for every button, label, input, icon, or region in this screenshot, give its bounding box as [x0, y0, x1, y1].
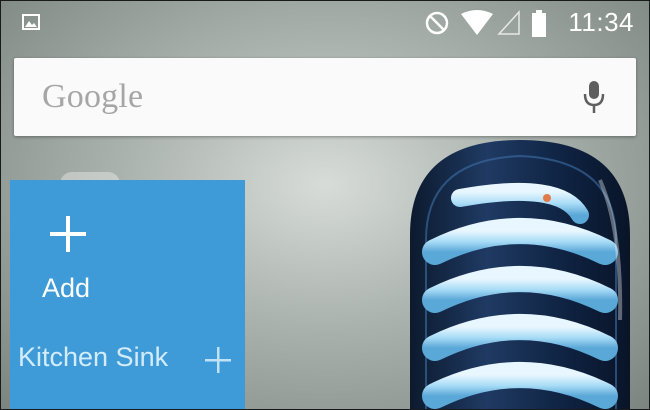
google-logo: Google [42, 78, 144, 115]
microphone-icon[interactable] [582, 80, 606, 114]
lightbulb-illustration [410, 140, 630, 410]
add-button-label[interactable]: Add [42, 273, 90, 304]
cell-signal-icon [497, 10, 520, 35]
wifi-icon [461, 10, 493, 35]
google-search-bar[interactable]: Google [14, 58, 636, 136]
battery-icon [532, 10, 546, 37]
clock: 11:34 [568, 7, 634, 37]
status-bar: 11:34 [0, 0, 650, 46]
plus-icon[interactable] [50, 216, 86, 252]
widget-title: Kitchen Sink [18, 342, 169, 372]
add-item-plus-icon[interactable] [205, 347, 231, 373]
kitchen-sink-widget: Add Kitchen Sink [10, 180, 245, 410]
picture-notification-icon [22, 14, 40, 30]
do-not-disturb-icon [425, 11, 449, 35]
